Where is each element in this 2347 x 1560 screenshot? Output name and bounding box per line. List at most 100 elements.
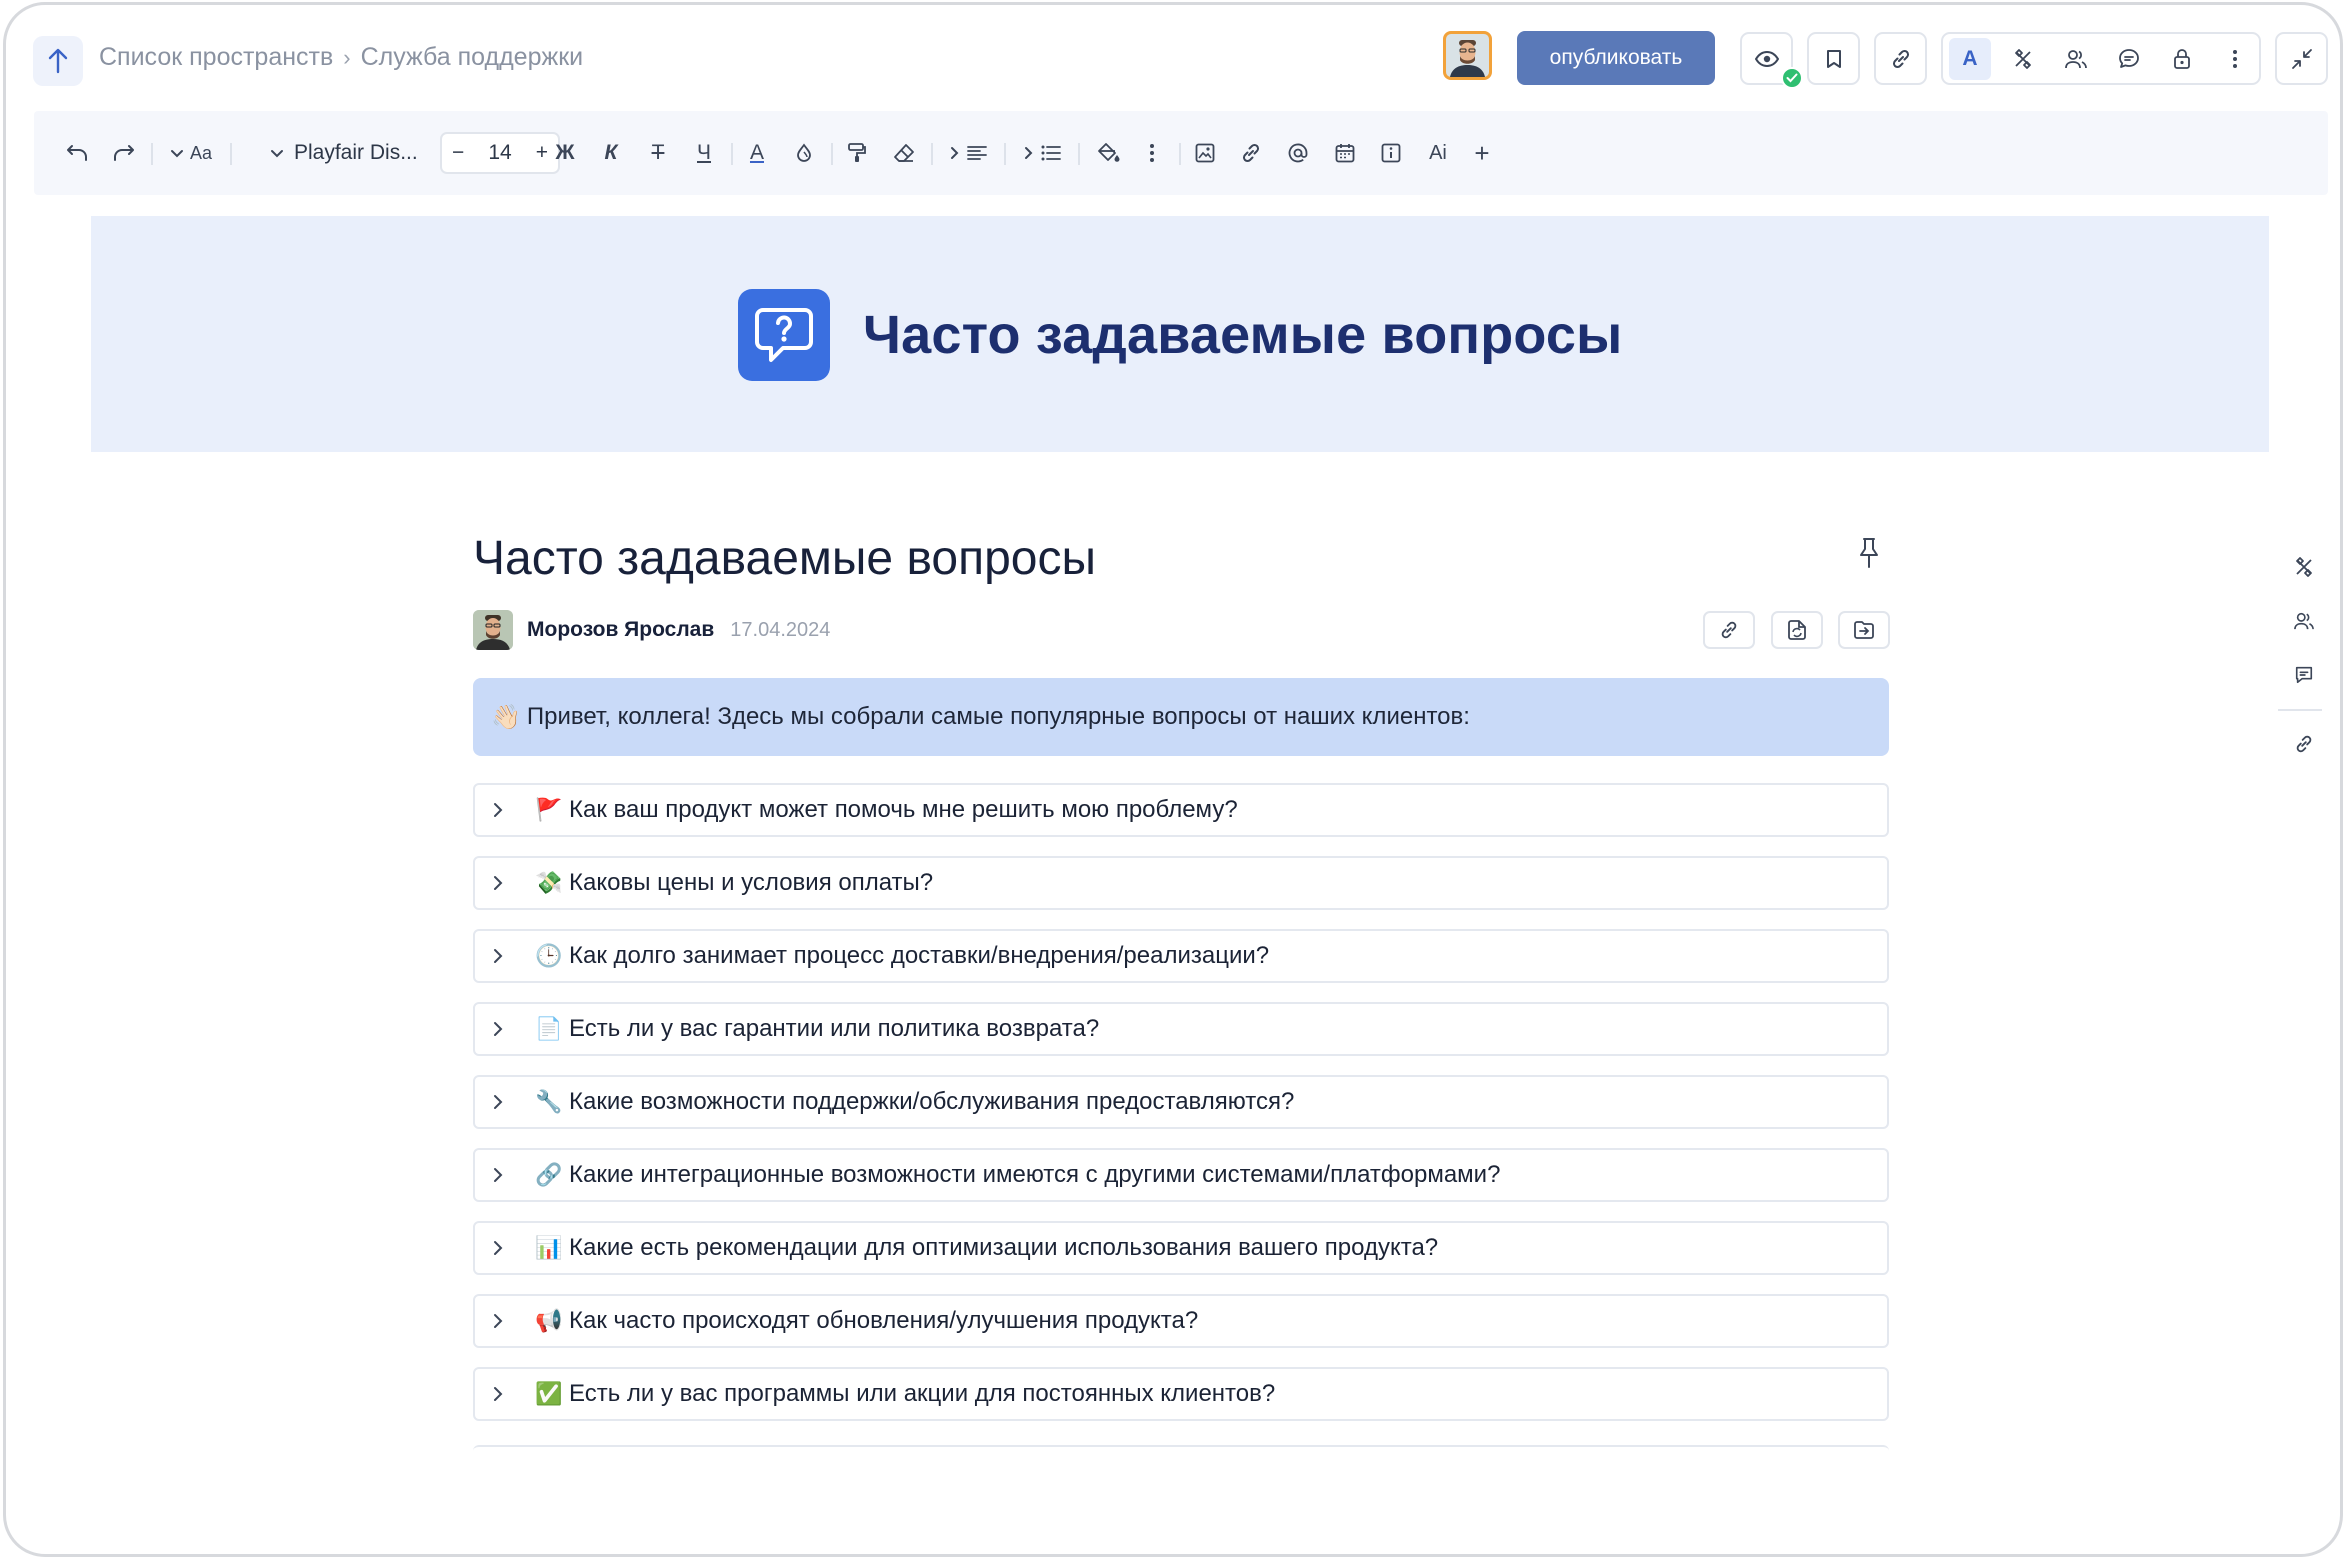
text-color-button[interactable]: A [740, 135, 774, 171]
fill-color-button[interactable] [1092, 135, 1126, 171]
comments-button[interactable] [2108, 38, 2150, 80]
redo-icon [114, 145, 134, 161]
bookmark-button[interactable] [1807, 32, 1860, 85]
bullet-list-icon [1041, 145, 1061, 161]
calendar-icon [1335, 144, 1355, 163]
author-name[interactable]: Морозов Ярослав [527, 618, 714, 642]
clear-format-button[interactable] [887, 135, 921, 171]
faq-question: Каковы цены и условия оплаты? [569, 869, 934, 896]
pin-button[interactable] [1858, 537, 1880, 574]
font-size-increase-button[interactable]: + [536, 141, 548, 165]
publish-date: 17.04.2024 [730, 618, 831, 641]
bold-button[interactable]: Ж [548, 135, 582, 171]
redo-button[interactable] [106, 135, 142, 171]
underline-button[interactable]: Ч [687, 135, 721, 171]
copy-doc-link-button[interactable] [1703, 611, 1755, 649]
mention-button[interactable] [1281, 135, 1315, 171]
rail-tools-button[interactable] [2290, 553, 2318, 581]
faq-emoji: 🔗 [535, 1162, 563, 1187]
faq-question: Как долго занимает процесс доставки/внед… [569, 942, 1270, 969]
font-family-dropdown[interactable]: Playfair Dis... [270, 141, 418, 165]
sync-doc-button[interactable] [1771, 611, 1823, 649]
author-info: Морозов Ярослав 17.04.2024 [473, 609, 830, 651]
faq-item[interactable]: 📢 Как часто происходят обновления/улучше… [473, 1294, 1889, 1348]
eye-icon [1754, 50, 1779, 67]
cover-title: Часто задаваемые вопросы [863, 305, 1623, 365]
italic-button[interactable]: К [594, 135, 628, 171]
toolbar-divider [731, 143, 733, 165]
faq-question: Какие есть рекомендации для оптимизации … [569, 1234, 1439, 1261]
faq-item[interactable]: ✅ Есть ли у вас программы или акции для … [473, 1367, 1889, 1421]
faq-item[interactable]: 📄 Есть ли у вас гарантии или политика во… [473, 1002, 1889, 1056]
person-avatar-icon [1446, 34, 1489, 77]
text-style-dropdown[interactable]: Aa [160, 135, 222, 171]
file-sync-icon [1788, 620, 1806, 640]
author-avatar[interactable] [473, 610, 513, 650]
faq-item[interactable]: 🕒 Как долго занимает процесс доставки/вн… [473, 929, 1889, 983]
chevron-right-icon [1024, 147, 1032, 159]
top-bar: Список пространств › Служба поддержки оп… [6, 5, 2340, 109]
faq-item[interactable]: 📊 Какие есть рекомендации для оптимизаци… [473, 1221, 1889, 1275]
drop-icon [797, 143, 811, 162]
highlight-button[interactable] [787, 135, 821, 171]
faq-question: Есть ли у вас гарантии или политика возв… [569, 1015, 1100, 1042]
info-callout: 👋🏻 Привет, коллега! Здесь мы собрали сам… [473, 678, 1889, 756]
user-avatar[interactable] [1443, 31, 1492, 80]
insert-link-button[interactable] [1234, 135, 1268, 171]
faq-question: Какие интеграционные возможности имеются… [569, 1161, 1501, 1188]
collapse-button[interactable] [2275, 32, 2328, 85]
image-icon [1195, 143, 1215, 163]
font-family-value: Playfair Dis... [294, 141, 418, 164]
faq-question: Какие возможности поддержки/обслуживания… [569, 1088, 1295, 1115]
insert-image-button[interactable] [1188, 135, 1222, 171]
font-size-decrease-button[interactable]: − [452, 141, 464, 165]
faq-item[interactable]: 🚩 Как ваш продукт может помочь мне решит… [473, 783, 1889, 837]
list-dropdown[interactable] [1014, 135, 1070, 171]
more-vertical-icon [2233, 49, 2237, 68]
participants-button[interactable] [2055, 38, 2097, 80]
chevron-right-icon [493, 948, 513, 964]
format-painter-button[interactable] [840, 135, 874, 171]
faq-item[interactable]: 💸 Каковы цены и условия оплаты? [473, 856, 1889, 910]
font-size-value[interactable]: 14 [488, 141, 511, 165]
faq-emoji: ✅ [535, 1381, 563, 1406]
insert-block-button[interactable]: + [1465, 135, 1499, 171]
faq-item[interactable]: 🔗 Какие интеграционные возможности имеют… [473, 1148, 1889, 1202]
chevron-right-icon [493, 1240, 513, 1256]
insert-date-button[interactable] [1328, 135, 1362, 171]
paint-roller-icon [848, 143, 866, 162]
publish-button[interactable]: опубликовать [1517, 31, 1715, 85]
chevron-right-icon [493, 875, 513, 891]
faq-emoji: 💸 [535, 870, 563, 895]
undo-icon [67, 145, 87, 161]
undo-button[interactable] [59, 135, 95, 171]
rail-participants-button[interactable] [2290, 607, 2318, 635]
lock-button[interactable] [2161, 38, 2203, 80]
toolbar-divider [1179, 143, 1181, 165]
arrow-up-icon [48, 48, 68, 74]
text-style-label: Aa [189, 142, 213, 163]
strikethrough-button[interactable]: Т [641, 135, 675, 171]
page-title[interactable]: Часто задаваемые вопросы [473, 531, 1096, 586]
rail-link-button[interactable] [2290, 730, 2318, 758]
breadcrumb-item-spaces[interactable]: Список пространств [99, 43, 333, 72]
rail-comments-button[interactable] [2290, 661, 2318, 689]
wave-emoji: 👋🏻 [491, 703, 521, 731]
breadcrumb-item-support[interactable]: Служба поддержки [361, 43, 584, 72]
insert-info-block-button[interactable] [1374, 135, 1408, 171]
tools-button[interactable] [2002, 38, 2044, 80]
toolbar-divider [831, 143, 833, 165]
comment-icon [2295, 666, 2313, 684]
faq-item[interactable]: 🔧 Какие возможности поддержки/обслуживан… [473, 1075, 1889, 1129]
ai-assistant-button[interactable]: Ai [1421, 135, 1455, 171]
align-dropdown[interactable] [940, 135, 996, 171]
link-icon [1892, 49, 1909, 68]
copy-link-button[interactable] [1874, 32, 1927, 85]
format-toolbar: Aa Playfair Dis... − 14 + Ж К Т Ч A Ai + [34, 111, 2328, 195]
text-mode-button[interactable]: A [1949, 37, 1991, 80]
navigate-up-button[interactable] [33, 36, 83, 86]
eraser-icon [894, 144, 914, 162]
more-options-button[interactable] [2214, 38, 2256, 80]
more-format-button[interactable] [1139, 135, 1165, 171]
move-doc-button[interactable] [1838, 611, 1890, 649]
